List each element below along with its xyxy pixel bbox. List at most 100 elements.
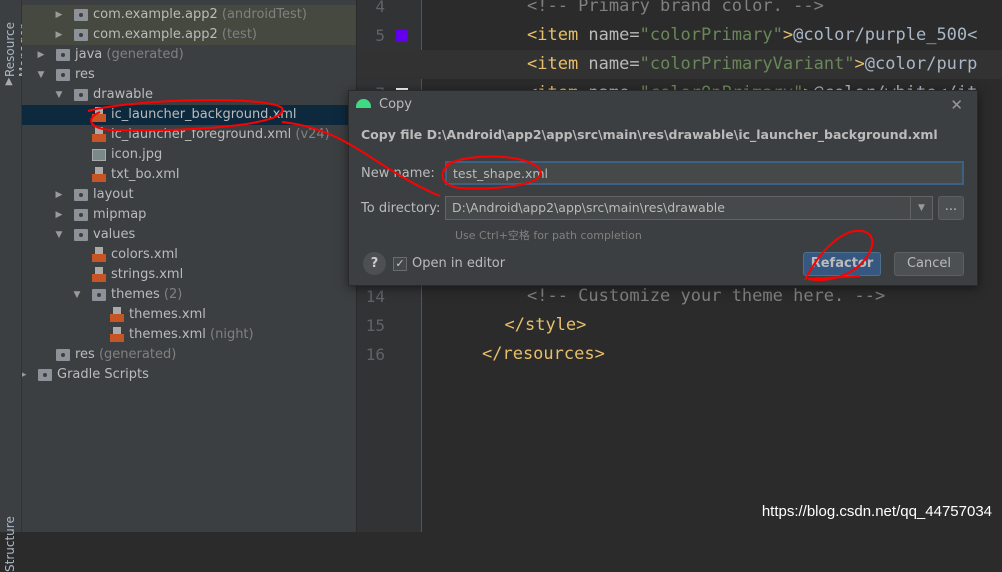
left-tool-strip: Resource Manager ▲ Structure bbox=[0, 0, 31, 572]
tree-item[interactable]: colors.xml bbox=[22, 245, 356, 265]
structure-tab[interactable]: Structure bbox=[3, 512, 17, 572]
code-line: <item name="colorPrimary">@color/purple_… bbox=[357, 21, 1002, 50]
gradle-icon bbox=[38, 369, 52, 381]
code-token: </resources> bbox=[482, 344, 605, 364]
xml-file-icon bbox=[110, 327, 124, 342]
tree-item-name: drawable bbox=[93, 87, 154, 102]
tree-item[interactable]: ic_launcher_background.xml bbox=[22, 105, 356, 125]
chevron-down-icon[interactable]: ▼ bbox=[36, 65, 46, 85]
code-token: <item bbox=[527, 25, 589, 45]
tree-item[interactable]: ▼ themes (2) bbox=[22, 285, 356, 305]
to-directory-combobox[interactable]: D:\Android\app2\app\src\main\res\drawabl… bbox=[445, 196, 933, 220]
code-token: "colorPrimary" bbox=[639, 25, 783, 45]
chevron-right-icon[interactable]: ▶ bbox=[54, 205, 64, 225]
xml-file-icon bbox=[92, 267, 106, 282]
watermark: https://blog.csdn.net/qq_44757034 bbox=[761, 503, 992, 520]
tree-item[interactable]: ▼ drawable bbox=[22, 85, 356, 105]
tree-item[interactable]: txt_bo.xml bbox=[22, 165, 356, 185]
tree-item[interactable]: ic_launcher_foreground.xml (v24) bbox=[22, 125, 356, 145]
tree-item[interactable]: strings.xml bbox=[22, 265, 356, 285]
tree-item-label: com.example.app2 (test) bbox=[93, 25, 257, 45]
chevron-right-icon[interactable]: ▶ bbox=[54, 185, 64, 205]
res-folder-icon bbox=[56, 69, 70, 81]
code-line: <!-- Customize your theme here. --> bbox=[357, 282, 1002, 311]
tree-item-suffix: (2) bbox=[163, 287, 183, 302]
chevron-down-icon[interactable]: ▼ bbox=[54, 225, 64, 245]
dialog-heading: Copy file D:\Android\app2\app\src\main\r… bbox=[361, 127, 938, 142]
tree-item-label: ic_launcher_background.xml bbox=[111, 105, 297, 125]
tree-item[interactable]: ▶ com.example.app2 (test) bbox=[22, 25, 356, 45]
code-token: <!-- Primary brand color. --> bbox=[527, 0, 824, 16]
code-line: <item name="colorPrimaryVariant">@color/… bbox=[357, 50, 1002, 79]
tree-item-label: strings.xml bbox=[111, 265, 183, 285]
tree-item[interactable]: res (generated) bbox=[22, 345, 356, 365]
tree-item[interactable]: icon.jpg bbox=[22, 145, 356, 165]
code-token: "colorPrimaryVariant" bbox=[639, 54, 855, 74]
code-token: @color/purple_500< bbox=[793, 25, 978, 45]
code-token: <!-- Customize your theme here. --> bbox=[527, 286, 886, 306]
code-token: > bbox=[782, 25, 794, 45]
code-line: <!-- Primary brand color. --> bbox=[357, 0, 1002, 21]
tree-item-suffix: (androidTest) bbox=[221, 7, 307, 22]
tree-item-name: res bbox=[75, 347, 95, 362]
refactor-button[interactable]: Refactor bbox=[803, 252, 881, 276]
tree-item-name: ic_launcher_background.xml bbox=[111, 107, 297, 122]
code-token: > bbox=[854, 54, 865, 74]
open-in-editor-checkbox[interactable]: ✓ bbox=[393, 257, 407, 271]
code-token: @color/purp bbox=[864, 54, 978, 74]
tree-item-label: txt_bo.xml bbox=[111, 165, 179, 185]
xml-file-icon bbox=[92, 127, 106, 142]
path-hint: Use Ctrl+空格 for path completion bbox=[455, 229, 642, 242]
tree-item[interactable]: ▶ java (generated) bbox=[22, 45, 356, 65]
tree-item[interactable]: ▶ Gradle Scripts bbox=[22, 365, 356, 385]
folder-icon bbox=[74, 189, 88, 201]
tree-item-name: strings.xml bbox=[111, 267, 184, 282]
tree-item-label: themes.xml (night) bbox=[129, 325, 254, 345]
dialog-title: Copy bbox=[379, 97, 412, 112]
tree-item-name: themes bbox=[111, 287, 160, 302]
open-in-editor-label[interactable]: Open in editor bbox=[412, 256, 505, 271]
tree-item-suffix: (night) bbox=[210, 327, 254, 342]
tree-item-name: txt_bo.xml bbox=[111, 167, 180, 182]
chevron-right-icon[interactable]: ▶ bbox=[36, 45, 46, 65]
new-name-input[interactable]: test_shape.xml bbox=[445, 161, 964, 185]
chevron-right-icon[interactable]: ▶ bbox=[54, 5, 64, 25]
code-token: name= bbox=[588, 54, 640, 74]
tree-item[interactable]: themes.xml bbox=[22, 305, 356, 325]
browse-button[interactable]: ... bbox=[938, 196, 964, 220]
tree-item-suffix: (v24) bbox=[295, 127, 330, 142]
chevron-down-icon[interactable]: ▼ bbox=[72, 285, 82, 305]
tree-item-label: java (generated) bbox=[75, 45, 184, 65]
xml-file-icon bbox=[92, 247, 106, 262]
tree-item-suffix: (generated) bbox=[106, 47, 184, 62]
tree-item-name: mipmap bbox=[93, 207, 147, 222]
tree-item-suffix: (test) bbox=[221, 27, 257, 42]
tree-item[interactable]: ▶ mipmap bbox=[22, 205, 356, 225]
tree-item-name: ic_launcher_foreground.xml bbox=[111, 127, 292, 142]
to-directory-value: D:\Android\app2\app\src\main\res\drawabl… bbox=[452, 200, 725, 215]
chevron-right-icon[interactable]: ▶ bbox=[22, 365, 28, 385]
tree-item[interactable]: ▶ com.example.app2 (androidTest) bbox=[22, 5, 356, 25]
chevron-down-icon[interactable]: ▼ bbox=[910, 197, 932, 219]
tree-item-label: ic_launcher_foreground.xml (v24) bbox=[111, 125, 330, 145]
xml-file-icon bbox=[110, 307, 124, 322]
tree-item-name: values bbox=[93, 227, 136, 242]
tree-item-label: icon.jpg bbox=[111, 145, 162, 165]
res-folder-icon bbox=[56, 349, 70, 361]
chevron-down-icon[interactable]: ▼ bbox=[54, 85, 64, 105]
tree-item[interactable]: ▼ values bbox=[22, 225, 356, 245]
package-folder-icon bbox=[74, 9, 88, 21]
help-button[interactable]: ? bbox=[363, 252, 386, 275]
tree-item[interactable]: ▼ res bbox=[22, 65, 356, 85]
tree-item[interactable]: ▶ layout bbox=[22, 185, 356, 205]
chevron-right-icon[interactable]: ▶ bbox=[54, 25, 64, 45]
dialog-title-bar: Copy ✕ bbox=[349, 91, 977, 119]
cancel-button[interactable]: Cancel bbox=[894, 252, 964, 276]
folder-icon bbox=[92, 289, 106, 301]
to-directory-label: To directory: bbox=[361, 201, 441, 216]
tree-item-name: res bbox=[75, 67, 95, 82]
tree-item-suffix: (generated) bbox=[98, 347, 177, 362]
close-icon[interactable]: ✕ bbox=[950, 91, 963, 119]
xml-file-icon bbox=[92, 107, 106, 122]
tree-item[interactable]: themes.xml (night) bbox=[22, 325, 356, 345]
